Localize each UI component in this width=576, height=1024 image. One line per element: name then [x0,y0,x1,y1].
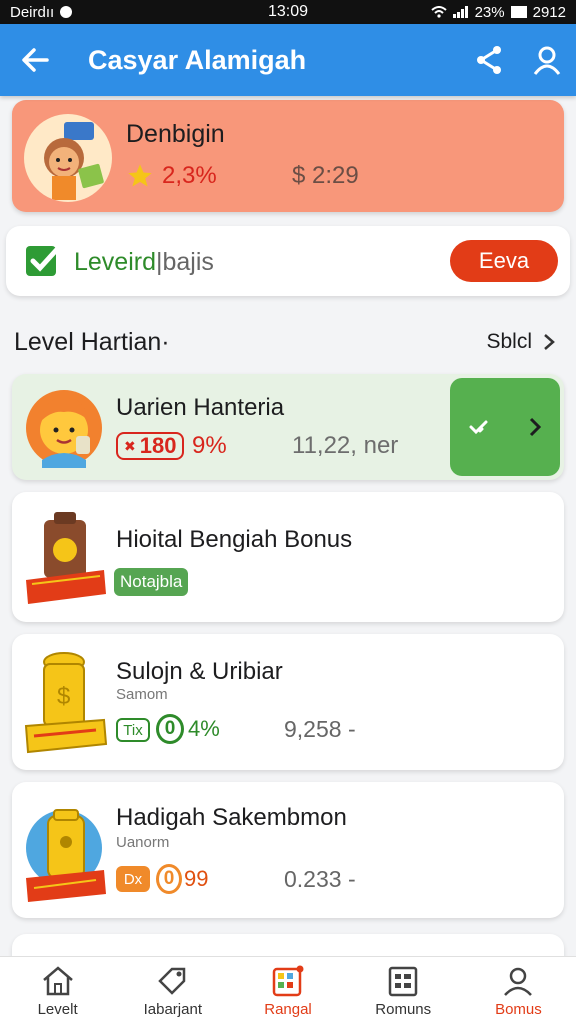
tab-bonus[interactable]: Bomus [461,957,576,1024]
item-value: 9,258 - [284,716,356,742]
tab-label: Bomus [495,1001,542,1018]
wifi-icon [430,6,447,18]
item-chip: Dx [116,866,150,892]
tab-label: Iabarjant [143,1001,202,1018]
item-tag: Notajbla [114,568,189,596]
coin-icon: 0 [156,714,184,744]
item-icon [24,798,108,909]
item-title: Hioital Bengiah Bonus [116,526,353,553]
list-item[interactable]: $ Sulojn & Uribiar Samom Tix 0 4% 9,258 … [12,634,564,770]
back-arrow-icon [22,48,49,72]
section-title: Level Hartian· [14,328,170,356]
tab-label: Romuns [375,1001,432,1018]
apps-icon [272,965,304,997]
person-icon [504,967,533,996]
avatar [24,114,112,202]
svg-text:$: $ [57,683,70,710]
item-percent: 9% [192,432,227,459]
status-bar: Deirdıı 13:09 23% 2912 [0,0,576,24]
check-icon [26,243,63,276]
level-card: Leveird|bajis Eeva [6,226,570,296]
item-icon: $ [24,650,108,759]
profile-name: Denbigin [126,120,225,148]
item-icon [24,510,108,615]
item-value: 0.233 - [284,866,356,892]
item-title: Hadigah Sakembmon [116,804,347,831]
list-item[interactable]: Hadigah Sakembmon Uanorm Dx 0 99 0.233 - [12,782,564,918]
item-badge: ✖ 180 [116,432,185,460]
profile-money: $ 2:29 [292,162,359,189]
see-all-label: Sblcl [486,330,532,353]
see-all-link[interactable]: Sblcl [486,330,556,354]
battery-icon [510,6,527,18]
level-label: Leveird|bajis [74,248,214,276]
back-button[interactable] [0,24,70,96]
item-avatar [24,384,104,473]
item-value: 11,22, ner [292,432,399,459]
coin-icon: 0 [156,864,182,894]
profile-button[interactable] [518,24,576,96]
check-icon [469,420,488,435]
item-subtitle: Uanorm [116,834,170,851]
signal-icon [452,6,468,18]
x-icon: ✖ [124,437,136,454]
star-icon [128,164,152,187]
tab-label: Rangal [264,1001,312,1018]
home-icon [42,966,73,996]
profile-rating: 2,3% [162,162,217,189]
item-go-button[interactable] [450,378,560,476]
chevron-right-icon [529,417,542,437]
list-icon [388,966,418,997]
list-item[interactable]: Hioital Bengiah Bonus Notajbla [12,492,564,622]
share-button[interactable] [460,24,518,96]
chevron-right-icon [544,334,555,350]
item-title: Sulojn & Uribiar [116,658,283,685]
item-title: Uarien Hanteria [116,394,285,421]
tab-tags[interactable]: Iabarjant [115,957,230,1024]
tab-label: Levelt [37,1001,78,1018]
profile-icon [533,46,561,75]
item-subtitle: Samom [116,686,168,703]
tab-list[interactable]: Romuns [346,957,461,1024]
list-item[interactable]: Uarien Hanteria ✖ 180 9% 11,22, ner [12,374,564,480]
item-percent: 4% [188,716,220,741]
tag-icon [158,967,186,995]
page-title: Casyar Alamigah [88,44,307,75]
tab-apps[interactable]: Rangal [230,957,345,1024]
item-percent: 99 [184,866,209,891]
app-bar: Casyar Alamigah [0,24,576,96]
tab-level[interactable]: Levelt [0,957,115,1024]
battery-percent: 23% [474,3,505,21]
item-chip: Tix [116,718,150,742]
status-extra: 2912 [532,3,566,21]
profile-card[interactable]: Denbigin 2,3% $ 2:29 [12,100,564,212]
share-icon [477,46,501,74]
level-action-button[interactable]: Eeva [450,240,558,282]
bottom-nav: Levelt Iabarjant Rangal Romuns Bomus [0,956,576,1024]
